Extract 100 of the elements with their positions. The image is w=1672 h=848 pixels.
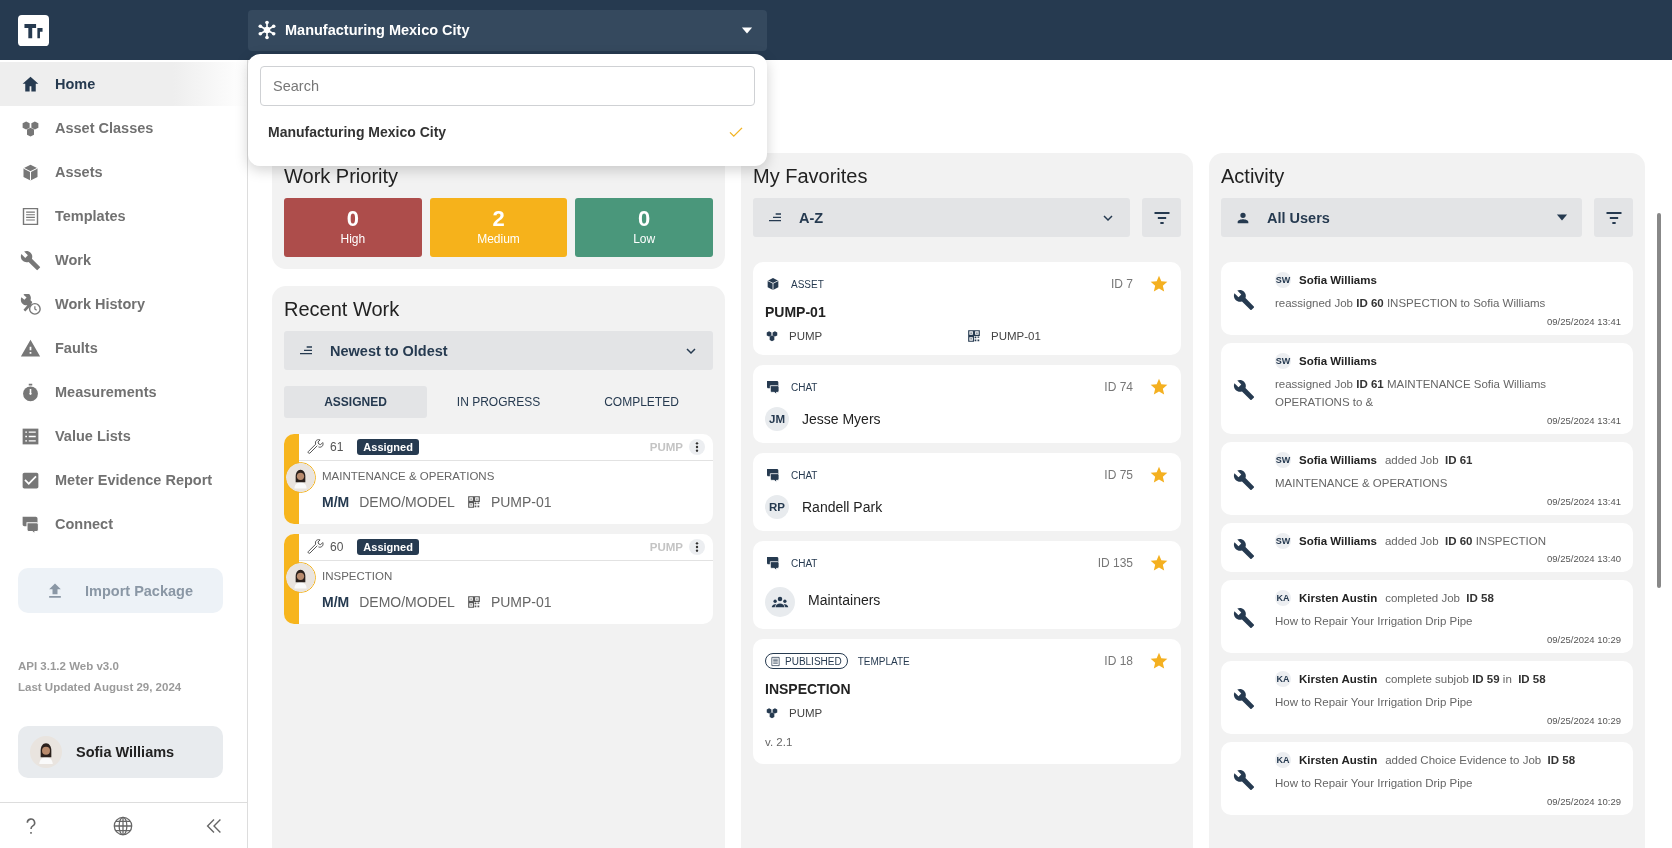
more-icon[interactable]	[689, 439, 705, 455]
initials-avatar: SW	[1275, 452, 1291, 468]
scrollbar[interactable]	[1657, 213, 1661, 588]
sort-dropdown[interactable]: A-Z	[753, 198, 1130, 237]
sidebar-item[interactable]: Templates	[0, 194, 247, 238]
chat-icon	[765, 467, 781, 483]
wrench-icon	[1233, 378, 1255, 401]
boxes-icon	[765, 329, 779, 343]
type-label: CHAT	[791, 469, 818, 481]
user-filter-dropdown[interactable]: All Users	[1221, 198, 1582, 237]
favorite-card[interactable]: PUBLISHED TEMPLATE ID 18 INSPECTION PUMP v. 2.1	[753, 639, 1181, 764]
star-icon[interactable]	[1149, 465, 1169, 485]
activity-card[interactable]: SW Sofia Williams reassigned Job ID 61 MAINTENANCE Sofia Williams OPERATIONS to & 09/25/2024 13:41	[1221, 343, 1633, 434]
filter-button[interactable]	[1594, 198, 1633, 237]
user-button[interactable]: Sofia Williams	[18, 726, 223, 778]
activity-card[interactable]: KA Kirsten Austin completed Job ID 58 How to Repair Your Irrigation Drip Pipe 09/25/2024 10:29	[1221, 580, 1633, 653]
priority-tile[interactable]: 0 High	[284, 198, 422, 257]
menu-option[interactable]: Manufacturing Mexico City	[260, 106, 755, 152]
sidebar-item[interactable]: Faults	[0, 326, 247, 370]
activity-card[interactable]: KA Kirsten Austin added Choice Evidence to Job ID 58 How to Repair Your Irrigation Drip Pipe 09/25/2024 10:29	[1221, 742, 1633, 815]
timestamp: 09/25/2024 13:41	[1546, 415, 1621, 426]
job-title: MAINTENANCE & OPERATIONS	[322, 469, 496, 484]
asset-class-text: PUMP	[649, 541, 683, 553]
sidebar-item[interactable]: Asset Classes	[0, 106, 247, 150]
activity-card[interactable]: SW Sofia Williams added Job ID 60 INSPECTION 09/25/2024 13:40	[1221, 523, 1633, 572]
priority-tile[interactable]: 0 Low	[575, 198, 713, 257]
filter-button[interactable]	[1142, 198, 1181, 237]
favorite-card[interactable]: CHAT ID 75 RP Randell Park	[753, 453, 1181, 531]
user-name: Sofia Williams	[1299, 535, 1377, 547]
timestamp: 09/25/2024 10:29	[1546, 796, 1621, 807]
job-title: INSPECTION	[322, 569, 394, 584]
activity-detail: MAINTENANCE & OPERATIONS	[1275, 476, 1449, 491]
chat-name: Jesse Myers	[802, 411, 881, 427]
status-badge: Assigned	[357, 439, 419, 455]
chat-icon	[765, 379, 781, 395]
boxes-icon	[765, 706, 779, 720]
favorite-card[interactable]: CHAT ID 74 JM Jesse Myers	[753, 365, 1181, 443]
activity-card[interactable]: SW Sofia Williams added Job ID 61 MAINTENANCE & OPERATIONS 09/25/2024 13:41	[1221, 442, 1633, 515]
tab[interactable]: IN PROGRESS	[427, 386, 570, 418]
job-number: 61	[330, 440, 344, 454]
panel-title: Work Priority	[284, 164, 400, 189]
initials-avatar: SW	[1275, 533, 1291, 549]
sidebar-item[interactable]: Assets	[0, 150, 247, 194]
job-card[interactable]: 60 Assigned PUMP INSPECTION M/M DEMO/MODEL PUMP-01	[284, 534, 713, 624]
more-icon[interactable]	[689, 539, 705, 555]
caret-icon	[741, 26, 753, 34]
document-icon	[770, 655, 781, 667]
activity-detail: reassigned Job ID 61 MAINTENANCE Sofia Williams OPERATIONS to &	[1275, 377, 1547, 410]
site-selector[interactable]: Manufacturing Mexico City	[248, 9, 767, 51]
activity-text: complete subjob ID 59 in ID 58	[1385, 673, 1546, 685]
wrench-icon	[307, 438, 324, 456]
user-name: Kirsten Austin	[1299, 592, 1378, 604]
sort-dropdown[interactable]: Newest to Oldest	[284, 331, 713, 370]
sidebar-item[interactable]: Value Lists	[0, 414, 247, 458]
avatar-icon	[285, 462, 316, 493]
sidebar-item[interactable]: Measurements	[0, 370, 247, 414]
type-label: CHAT	[791, 557, 818, 569]
document-icon	[20, 205, 41, 227]
initials-avatar: RP	[765, 495, 789, 519]
initials-avatar: SW	[1275, 272, 1291, 288]
id-text: ID 7	[1111, 277, 1133, 291]
sidebar-item[interactable]: Work History	[0, 282, 247, 326]
activity-card[interactable]: KA Kirsten Austin complete subjob ID 59 in ID 58 How to Repair Your Irrigation Drip Pipe 09/25/2024 10:29	[1221, 661, 1633, 734]
panel-title: Recent Work	[284, 297, 401, 322]
id-text: ID 74	[1104, 380, 1133, 394]
activity-card[interactable]: SW Sofia Williams reassigned Job ID 60 INSPECTION to Sofia Williams 09/25/2024 13:41	[1221, 262, 1633, 335]
globe-icon[interactable]	[111, 814, 134, 837]
sidebar-item[interactable]: Connect	[0, 502, 247, 546]
id-text: ID 135	[1097, 556, 1133, 570]
version-text: v. 2.1	[765, 736, 794, 748]
qr-code-icon	[466, 595, 481, 609]
item-name: PUMP-01	[765, 304, 827, 320]
asset-text: PUMP-01	[490, 594, 552, 610]
make-text: M/M	[322, 494, 350, 510]
wrench-clock-icon	[20, 293, 41, 315]
type-label: CHAT	[791, 381, 818, 393]
wrench-icon	[307, 538, 324, 556]
initials-avatar: KA	[1275, 752, 1291, 768]
tab[interactable]: ASSIGNED	[284, 386, 427, 418]
sidebar-item[interactable]: Meter Evidence Report	[0, 458, 247, 502]
user-name: Sofia Williams	[1299, 454, 1377, 466]
user-name: Kirsten Austin	[1299, 754, 1378, 766]
star-icon[interactable]	[1149, 553, 1169, 573]
job-card[interactable]: 61 Assigned PUMP MAINTENANCE & OPERATIONS M/M DEMO/MODEL PUMP-01	[284, 434, 713, 524]
id-text: ID 75	[1104, 468, 1133, 482]
sidebar-item[interactable]: Work	[0, 238, 247, 282]
chat-icon	[765, 555, 781, 571]
updated-text: Last Updated August 29, 2024	[17, 680, 183, 695]
search-field[interactable]: Search	[260, 66, 755, 106]
star-icon[interactable]	[1149, 377, 1169, 397]
favorite-card[interactable]: CHAT ID 135 Maintainers	[753, 541, 1181, 629]
favorite-card[interactable]: ASSET ID 7 PUMP-01 PUMP PUMP-01	[753, 262, 1181, 355]
caret-icon	[1556, 214, 1568, 221]
tab[interactable]: COMPLETED	[570, 386, 713, 418]
timestamp: 09/25/2024 13:41	[1546, 496, 1621, 507]
initials-avatar: KA	[1275, 671, 1291, 687]
user-name: Sofia Williams	[1299, 355, 1377, 367]
star-icon[interactable]	[1149, 651, 1169, 671]
star-icon[interactable]	[1149, 274, 1169, 294]
type-label: ASSET	[791, 278, 824, 290]
